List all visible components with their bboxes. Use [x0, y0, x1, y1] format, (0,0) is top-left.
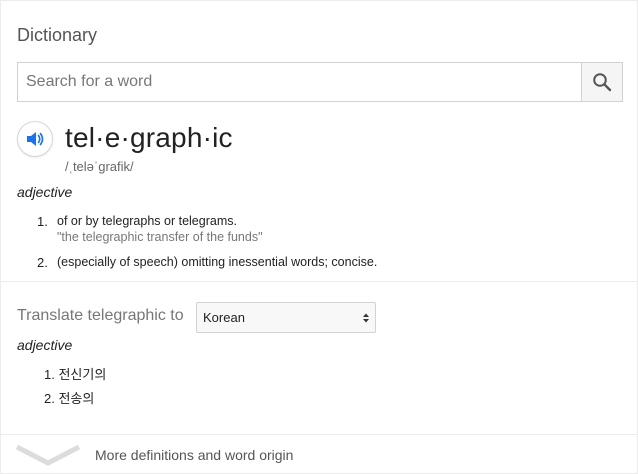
definition-text: of or by telegraphs or telegrams.: [57, 214, 237, 228]
pronunciation: /ˌteləˈgrafik/: [65, 159, 134, 174]
headword: tel·e·graph·ic: [65, 122, 233, 153]
translation-number: 1.: [44, 367, 55, 382]
panel-title: Dictionary: [17, 25, 98, 45]
translation-number: 2.: [44, 391, 55, 406]
speaker-icon: [27, 132, 44, 146]
translation-part-of-speech: adjective: [17, 337, 73, 353]
footer-divider: [1, 434, 638, 435]
definition-text: (especially of speech) omitting inessent…: [57, 255, 378, 269]
search-box: [17, 62, 623, 102]
search-button[interactable]: [581, 63, 622, 101]
section-divider: [1, 281, 638, 282]
translation-item: 2. 전송의: [44, 388, 94, 407]
dictionary-card: Dictionary tel·e·graph·ic /ˌteləˈgrafik/…: [0, 0, 638, 474]
updown-arrows-icon: [363, 313, 369, 323]
translation-text: 전신기의: [58, 367, 107, 382]
part-of-speech: adjective: [17, 184, 73, 200]
translate-label: Translate telegraphic to: [17, 307, 184, 324]
language-select[interactable]: Korean: [196, 302, 376, 333]
definition-number: 1.: [37, 214, 48, 229]
chevron-down-icon: [15, 444, 81, 466]
more-definitions-label: More definitions and word origin: [95, 447, 294, 463]
definition-example: "the telegraphic transfer of the funds": [57, 230, 263, 244]
translation-item: 1. 전신기의: [44, 364, 106, 383]
language-select-value: Korean: [203, 310, 245, 325]
pronunciation-speaker-button[interactable]: [17, 121, 53, 157]
translation-text: 전송의: [58, 391, 95, 406]
definition-number: 2.: [37, 255, 48, 270]
more-definitions-link[interactable]: More definitions and word origin: [15, 437, 635, 471]
search-input[interactable]: [18, 63, 582, 101]
search-icon: [593, 73, 612, 92]
